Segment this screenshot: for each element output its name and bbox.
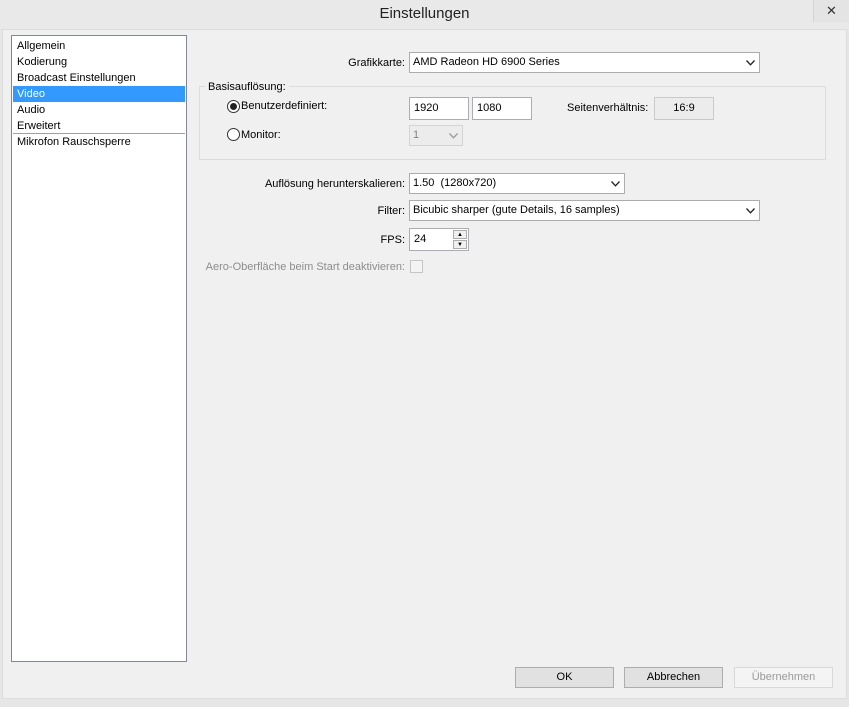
nav-item-erweitert[interactable]: Erweitert [13, 118, 185, 134]
monitor-resolution-radio[interactable] [227, 128, 240, 141]
resolution-width-input[interactable]: 1920 [409, 97, 469, 120]
arrow-up-icon: ▲ [457, 231, 463, 238]
apply-button[interactable]: Übernehmen [734, 667, 833, 688]
filter-value: Bicubic sharper (gute Details, 16 sample… [413, 204, 620, 216]
nav-item-kodierung[interactable]: Kodierung [13, 54, 185, 70]
aero-label: Aero-Oberfläche beim Start deaktivieren: [205, 261, 405, 273]
fps-spinner[interactable]: 24 ▲ ▼ [409, 228, 469, 251]
downscale-label: Auflösung herunterskalieren: [264, 178, 405, 190]
nav-item-allgemein[interactable]: Allgemein [13, 38, 185, 54]
monitor-label: Monitor: [241, 129, 281, 141]
aero-checkbox[interactable] [410, 260, 423, 273]
spin-up-button[interactable]: ▲ [453, 230, 467, 239]
ok-button[interactable]: OK [515, 667, 614, 688]
graphics-card-select[interactable]: AMD Radeon HD 6900 Series [409, 52, 760, 73]
chevron-down-icon [447, 126, 459, 145]
nav-item-broadcast[interactable]: Broadcast Einstellungen [13, 70, 185, 86]
close-icon: ✕ [826, 3, 837, 18]
custom-resolution-radio[interactable] [227, 100, 240, 113]
aspect-ratio-label: Seitenverhältnis: [567, 102, 649, 114]
base-resolution-title: Basisauflösung: [205, 80, 289, 94]
monitor-value: 1 [413, 129, 420, 141]
settings-category-list[interactable]: Allgemein Kodierung Broadcast Einstellun… [11, 35, 187, 662]
close-button[interactable]: ✕ [813, 0, 849, 22]
graphics-card-value: AMD Radeon HD 6900 Series [413, 56, 560, 68]
graphics-card-label: Grafikkarte: [348, 57, 405, 69]
filter-select[interactable]: Bicubic sharper (gute Details, 16 sample… [409, 200, 760, 221]
arrow-down-icon: ▼ [457, 241, 463, 248]
resolution-height-input[interactable]: 1080 [472, 97, 532, 120]
aspect-ratio-value: 16:9 [654, 97, 714, 120]
filter-label: Filter: [377, 205, 406, 217]
nav-item-video[interactable]: Video [13, 86, 185, 102]
fps-label: FPS: [380, 234, 405, 246]
nav-item-rauschsperre[interactable]: Mikrofon Rauschsperre [13, 134, 185, 150]
chevron-down-icon [609, 174, 621, 193]
cancel-button[interactable]: Abbrechen [624, 667, 723, 688]
fps-value: 24 [414, 233, 427, 245]
downscale-select[interactable]: 1.50 (1280x720) [409, 173, 625, 194]
downscale-value: 1.50 (1280x720) [413, 177, 497, 189]
monitor-select[interactable]: 1 [409, 125, 463, 146]
chevron-down-icon [744, 53, 756, 72]
custom-resolution-label: Benutzerdefiniert: [241, 100, 328, 112]
chevron-down-icon [744, 201, 756, 220]
nav-item-audio[interactable]: Audio [13, 102, 185, 118]
title-bar: Einstellungen ✕ [0, 0, 849, 29]
window-title: Einstellungen [379, 5, 470, 22]
spin-down-button[interactable]: ▼ [453, 240, 467, 249]
